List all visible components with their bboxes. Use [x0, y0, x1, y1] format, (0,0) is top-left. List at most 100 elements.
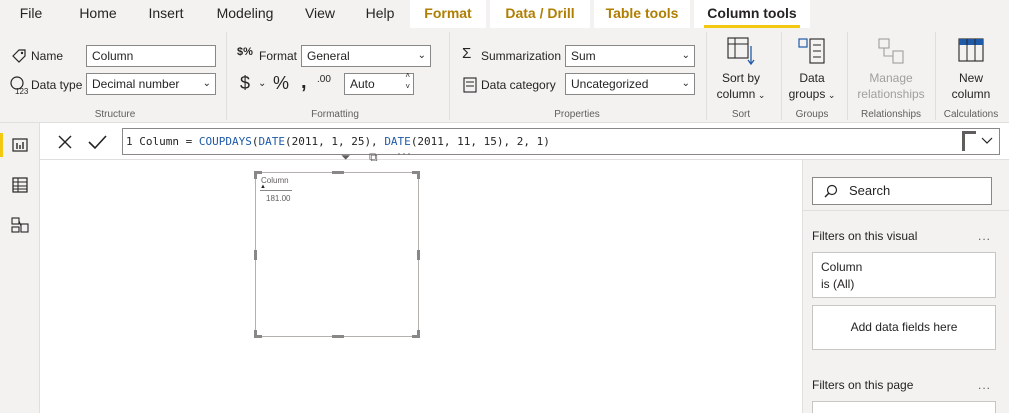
- spinner-icon[interactable]: ˄ ˅: [405, 70, 410, 92]
- formula-part: (2011, 11, 15), 2, 1): [410, 135, 550, 148]
- sort-by-column-icon: [727, 37, 755, 66]
- resize-handle[interactable]: [254, 250, 257, 260]
- table-visual[interactable]: Column ▲ 181.00: [254, 171, 420, 338]
- tab-column-tools-label: Column tools: [707, 5, 797, 21]
- currency-button[interactable]: $: [240, 73, 250, 94]
- group-divider: [226, 32, 227, 120]
- filters-on-visual-title: Filters on this visual: [812, 229, 918, 243]
- tab-column-tools[interactable]: Column tools: [694, 0, 810, 28]
- percent-button[interactable]: %: [273, 73, 289, 94]
- pane-divider: [803, 210, 1009, 211]
- group-divider: [706, 32, 707, 120]
- more-options-icon[interactable]: ...: [978, 229, 991, 243]
- summarization-label: Summarization: [481, 49, 562, 63]
- formula-prefix: Column =: [132, 135, 199, 148]
- sort-button-line2: column: [716, 87, 756, 101]
- active-view-indicator: [0, 133, 3, 157]
- chevron-down-icon: ⌄: [417, 50, 426, 61]
- group-label-structure: Structure: [94, 109, 136, 120]
- groups-button-line1: Data: [799, 71, 825, 85]
- formula-function-coupdays: COUPDAYS: [198, 135, 252, 148]
- resize-handle[interactable]: [332, 335, 344, 338]
- chevron-down-icon[interactable]: ⌄: [258, 78, 266, 89]
- filter-icon[interactable]: ⏷: [341, 150, 351, 165]
- sort-button-line1: Sort by: [721, 71, 760, 85]
- name-input[interactable]: Column: [86, 45, 216, 67]
- resize-handle[interactable]: [254, 171, 257, 179]
- relationships-button-line2: relationships: [857, 87, 925, 101]
- commit-formula-icon[interactable]: [86, 131, 108, 153]
- summarization-select[interactable]: Sum ⌄: [565, 45, 695, 67]
- filters-search-input[interactable]: Search: [812, 177, 992, 205]
- cancel-formula-icon[interactable]: [54, 131, 76, 153]
- data-category-select[interactable]: Uncategorized ⌄: [565, 73, 695, 95]
- manage-relationships-icon: [878, 38, 904, 64]
- report-canvas[interactable]: ⏷ ⧉ ··· Column ▲ 181.00: [40, 146, 802, 413]
- chevron-down-icon: ⌄: [202, 78, 211, 89]
- filters-on-page-title: Filters on this page: [812, 378, 914, 392]
- summarization-icon: Σ: [462, 45, 472, 62]
- sort-ascending-icon[interactable]: ▲: [260, 184, 266, 190]
- manage-relationships-button[interactable]: Manage relationships: [852, 36, 930, 102]
- more-options-icon[interactable]: ···: [397, 146, 412, 160]
- resize-handle[interactable]: [417, 250, 420, 260]
- new-column-button[interactable]: New column: [940, 36, 1002, 102]
- more-options-icon[interactable]: ...: [978, 378, 991, 392]
- group-divider: [847, 32, 848, 120]
- powerbi-window: File Home Insert Modeling View Help Form…: [0, 0, 1009, 413]
- formula-input[interactable]: 1 Column = COUPDAYS(DATE(2011, 1, 25), D…: [122, 128, 1000, 155]
- tab-insert[interactable]: Insert: [138, 0, 194, 28]
- resize-handle[interactable]: [417, 171, 420, 179]
- datatype-value: Decimal number: [92, 77, 180, 91]
- tab-home[interactable]: Home: [70, 0, 126, 28]
- tab-file[interactable]: File: [8, 0, 54, 28]
- tab-table-tools[interactable]: Table tools: [594, 0, 690, 28]
- add-data-fields-label: Add data fields here: [850, 320, 958, 334]
- ribbon-tabbar: File Home Insert Modeling View Help Form…: [0, 0, 1009, 28]
- focus-mode-icon[interactable]: ⧉: [369, 150, 378, 165]
- tab-help[interactable]: Help: [356, 0, 404, 28]
- summarization-value: Sum: [571, 49, 596, 63]
- relationships-button-line1: Manage: [869, 71, 913, 85]
- datatype-select[interactable]: Decimal number ⌄: [86, 73, 216, 95]
- tab-modeling[interactable]: Modeling: [206, 0, 284, 28]
- comma-style-button[interactable]: ,: [301, 71, 307, 94]
- tab-format[interactable]: Format: [410, 0, 486, 28]
- data-category-value: Uncategorized: [571, 77, 649, 91]
- resize-handle[interactable]: [254, 330, 257, 338]
- format-select[interactable]: General ⌄: [301, 45, 431, 67]
- tab-view[interactable]: View: [296, 0, 344, 28]
- formula-bar: 1 Column = COUPDAYS(DATE(2011, 1, 25), D…: [40, 123, 1009, 160]
- group-label-groups: Groups: [795, 109, 829, 120]
- add-data-fields-dropzone[interactable]: Add data fields here: [812, 305, 996, 350]
- name-tag-icon: [12, 49, 26, 63]
- resize-handle[interactable]: [332, 171, 344, 174]
- sort-by-column-button[interactable]: Sort by column ⌄: [712, 36, 770, 103]
- group-label-sort: Sort: [731, 109, 751, 120]
- model-view-icon[interactable]: [10, 215, 30, 235]
- datatype-label: Data type: [31, 78, 83, 92]
- tab-data-drill[interactable]: Data / Drill: [490, 0, 590, 28]
- data-groups-button[interactable]: Data groups ⌄: [784, 36, 840, 103]
- decimal-places-input[interactable]: Auto ˄ ˅: [344, 70, 414, 95]
- chevron-down-icon: ⌄: [755, 90, 766, 100]
- data-type-icon: 123: [10, 76, 29, 95]
- expand-formula-icon[interactable]: [980, 135, 994, 147]
- formula-function-date: DATE: [258, 135, 285, 148]
- visual-cell-value: 181.00: [266, 194, 291, 203]
- chevron-down-icon: ⌄: [825, 90, 836, 100]
- group-divider: [935, 32, 936, 120]
- resize-handle[interactable]: [417, 330, 420, 338]
- chevron-down-icon: ⌄: [681, 50, 690, 61]
- report-view-icon[interactable]: [10, 135, 30, 155]
- formula-resize-handle[interactable]: [962, 131, 976, 151]
- decimal-places-value: Auto: [350, 77, 375, 91]
- decimal-places-button[interactable]: .00: [317, 74, 331, 85]
- data-category-label: Data category: [481, 78, 556, 92]
- page-filter-dropzone[interactable]: [812, 401, 996, 413]
- data-view-icon[interactable]: [10, 175, 30, 195]
- filter-card-field: Column: [821, 260, 863, 274]
- format-label: Format: [259, 49, 298, 63]
- filters-search-placeholder: Search: [849, 183, 891, 198]
- filter-card-column[interactable]: Column is (All): [812, 252, 996, 298]
